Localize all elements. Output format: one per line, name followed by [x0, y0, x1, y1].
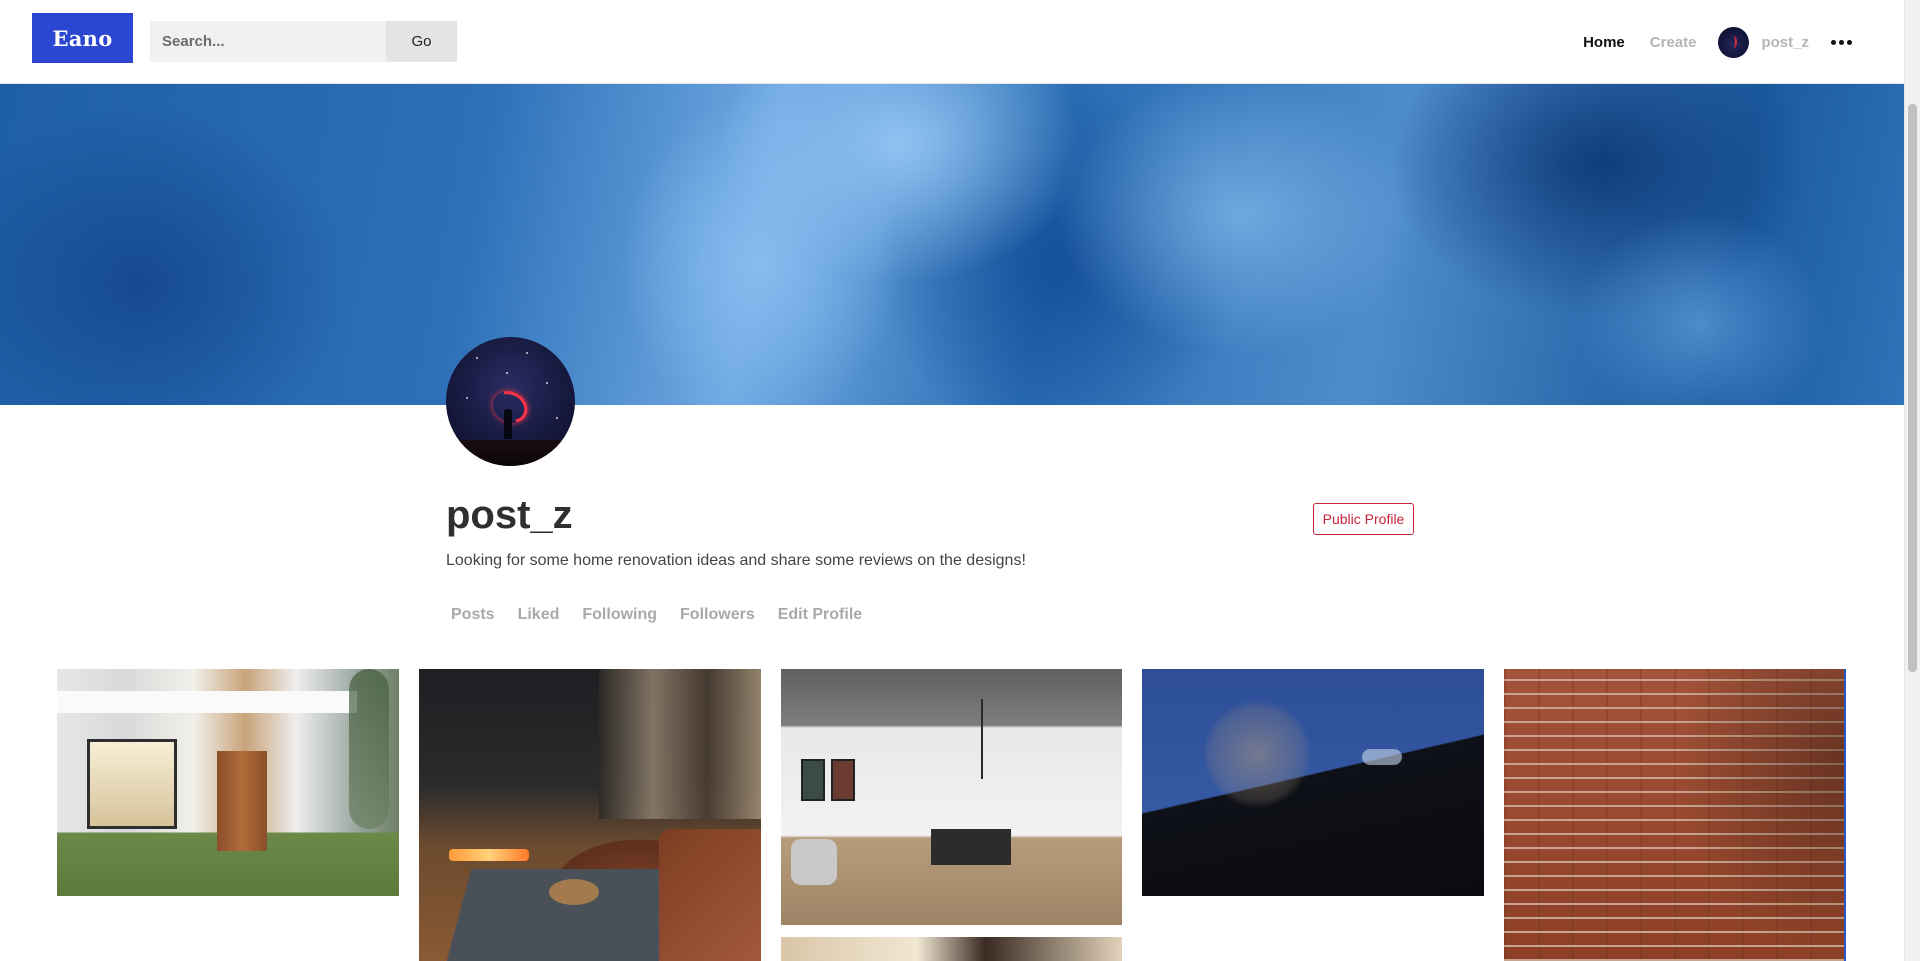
- avatar-star: [526, 352, 528, 354]
- profile-tabs: Posts Liked Following Followers Edit Pro…: [451, 606, 862, 624]
- post-image-brick-wall-tree-shadow[interactable]: [1504, 669, 1846, 961]
- coffee-table: [549, 879, 599, 905]
- bare-tree: [1202, 699, 1312, 809]
- house-window: [87, 739, 177, 829]
- wall-art: [801, 759, 825, 801]
- public-profile-button[interactable]: Public Profile: [1313, 503, 1414, 535]
- nav-username-link[interactable]: post_z: [1761, 34, 1809, 51]
- post-image-kitchen-dining-interior[interactable]: [781, 669, 1122, 925]
- post-image-sky-bare-tree-roof[interactable]: [1142, 669, 1484, 896]
- tab-followers[interactable]: Followers: [680, 606, 755, 624]
- tab-following[interactable]: Following: [582, 606, 657, 624]
- post-image-interior-room[interactable]: [781, 937, 1122, 961]
- leather-sofa: [659, 829, 761, 961]
- house-door: [217, 751, 267, 851]
- cloud: [1362, 749, 1402, 765]
- post-image-modern-house-exterior[interactable]: [57, 669, 399, 896]
- fireplace-flame: [449, 849, 529, 861]
- search-go-button[interactable]: Go: [386, 21, 457, 62]
- search-form: Go: [150, 21, 457, 62]
- top-navbar: Eano Go Home Create post_z: [0, 0, 1904, 84]
- dining-table: [931, 829, 1011, 865]
- tree-shadow: [1674, 669, 1844, 961]
- wall-art: [831, 759, 855, 801]
- cover-photo: [0, 84, 1904, 405]
- avatar-figure: [504, 409, 512, 439]
- more-dot: [1847, 39, 1852, 45]
- search-input[interactable]: [150, 21, 386, 62]
- avatar-star: [506, 372, 508, 374]
- scrollbar-thumb[interactable]: [1908, 104, 1917, 672]
- more-dot: [1831, 39, 1836, 45]
- roof-band: [57, 691, 357, 713]
- profile-name: post_z: [446, 493, 573, 537]
- palm-tree: [349, 669, 389, 829]
- site-logo[interactable]: Eano: [32, 13, 133, 63]
- avatar-star: [556, 417, 558, 419]
- nav-user-avatar[interactable]: [1718, 26, 1750, 58]
- main-nav: Home Create post_z: [1583, 22, 1852, 62]
- glass-wall: [599, 669, 761, 819]
- avatar-star: [546, 382, 548, 384]
- tab-edit-profile[interactable]: Edit Profile: [778, 606, 862, 624]
- lounge-chair: [791, 839, 837, 885]
- avatar-star: [466, 397, 468, 399]
- page-scrollbar[interactable]: [1904, 0, 1920, 961]
- pendant-light: [981, 699, 983, 779]
- more-dot: [1839, 39, 1844, 45]
- tab-liked[interactable]: Liked: [518, 606, 560, 624]
- more-horizontal-icon[interactable]: [1831, 39, 1852, 45]
- tab-posts[interactable]: Posts: [451, 606, 495, 624]
- nav-home-link[interactable]: Home: [1583, 34, 1625, 51]
- nav-create-link[interactable]: Create: [1650, 34, 1697, 51]
- post-image-living-room-fireplace[interactable]: [419, 669, 761, 961]
- avatar-ground: [446, 440, 575, 466]
- profile-bio: Looking for some home renovation ideas a…: [446, 552, 1026, 569]
- avatar-star: [476, 357, 478, 359]
- profile-avatar: [446, 337, 575, 466]
